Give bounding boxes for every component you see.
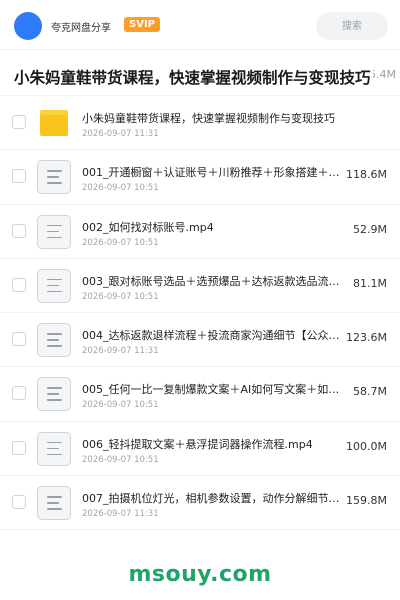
- file-row[interactable]: 002_如何找对标账号.mp4 2026-09-07 10:51 52.9M: [0, 205, 400, 259]
- item-date: 2026-09-07 10:51: [82, 237, 159, 248]
- file-row[interactable]: 001_开通橱窗＋认证账号＋川粉推荐＋形象搭建＋流程讲解.mp4 2026-09-…: [0, 150, 400, 205]
- file-list: 小朱妈童鞋带货课程，快速掌握视频制作与变现技巧 2026-09-07 11:31 0…: [0, 96, 400, 531]
- brand-name: 夸克网盘分享: [51, 23, 111, 34]
- row-checkbox[interactable]: [12, 223, 26, 238]
- item-size: 52.9M: [353, 222, 387, 236]
- title-bar: 小朱妈童鞋带货课程，快速掌握视频制作与变现技巧 885.4M: [0, 56, 400, 96]
- item-name[interactable]: 004_达标返款退样流程＋投流商家沟通细节【公众号：小朱妈】.mp4: [82, 327, 350, 343]
- file-row[interactable]: 005_任何一比一复制爆款文案＋AI如何写文案＋如何改写.mp4 2026-09-…: [0, 367, 400, 422]
- item-size: 81.1M: [353, 276, 387, 290]
- item-size: 118.6M: [346, 168, 387, 182]
- document-icon: [37, 377, 71, 412]
- row-checkbox[interactable]: [12, 115, 26, 129]
- row-checkbox[interactable]: [12, 495, 26, 510]
- item-date: 2026-09-07 10:51: [82, 400, 159, 411]
- item-size: 159.8M: [346, 494, 387, 508]
- item-date: 2026-09-07 10:51: [82, 183, 159, 194]
- document-icon: [37, 431, 71, 466]
- item-date: 2026-09-07 10:51: [82, 454, 159, 465]
- item-size: 58.7M: [353, 385, 387, 399]
- item-date: 2026-09-07 11:31: [82, 346, 159, 357]
- document-icon: [37, 323, 71, 358]
- search-input[interactable]: [316, 12, 388, 40]
- page-title: 小朱妈童鞋带货课程，快速掌握视频制作与变现技巧: [14, 66, 373, 88]
- item-size: 100.0M: [346, 439, 387, 453]
- item-name[interactable]: 005_任何一比一复制爆款文案＋AI如何写文案＋如何改写.mp4: [82, 381, 350, 397]
- item-date: 2026-09-07 10:51: [82, 291, 159, 302]
- folder-row[interactable]: 小朱妈童鞋带货课程，快速掌握视频制作与变现技巧 2026-09-07 11:31: [0, 96, 400, 151]
- avatar[interactable]: [14, 12, 42, 40]
- item-name[interactable]: 002_如何找对标账号.mp4: [82, 219, 350, 235]
- file-row[interactable]: 006_轻抖提取文案＋悬浮提词器操作流程.mp4 2026-09-07 10:51…: [0, 422, 400, 477]
- item-name[interactable]: 007_拍摄机位灯光，相机参数设置，动作分解细节等讲解.mp4: [82, 490, 350, 506]
- item-size: 123.6M: [346, 331, 387, 345]
- item-name[interactable]: 003_跟对标账号选品＋选预爆品＋达标返款选品流程讲解.mp4: [82, 273, 350, 289]
- item-date: 2026-09-07 11:31: [82, 509, 159, 520]
- item-date: 2026-09-07 11:31: [82, 129, 159, 139]
- svip-badge: SVIP: [124, 17, 160, 32]
- top-bar: 夸克网盘分享 SVIP: [0, 0, 400, 50]
- document-icon: [37, 268, 71, 303]
- document-icon: [37, 214, 71, 249]
- item-name[interactable]: 小朱妈童鞋带货课程，快速掌握视频制作与变现技巧: [82, 110, 382, 126]
- row-checkbox[interactable]: [12, 386, 26, 401]
- row-checkbox[interactable]: [12, 332, 26, 347]
- row-checkbox[interactable]: [12, 440, 26, 455]
- row-checkbox[interactable]: [12, 169, 26, 184]
- item-name[interactable]: 006_轻抖提取文案＋悬浮提词器操作流程.mp4: [82, 436, 350, 452]
- file-row[interactable]: 007_拍摄机位灯光，相机参数设置，动作分解细节等讲解.mp4 2026-09-0…: [0, 476, 400, 531]
- document-icon: [37, 486, 71, 521]
- row-checkbox[interactable]: [12, 277, 26, 292]
- file-row[interactable]: 004_达标返款退样流程＋投流商家沟通细节【公众号：小朱妈】.mp4 2026-0…: [0, 313, 400, 368]
- watermark: msouy.com: [128, 562, 272, 587]
- folder-icon: [37, 106, 71, 140]
- file-row[interactable]: 003_跟对标账号选品＋选预爆品＋达标返款选品流程讲解.mp4 2026-09-0…: [0, 259, 400, 314]
- document-icon: [37, 160, 71, 195]
- item-name[interactable]: 001_开通橱窗＋认证账号＋川粉推荐＋形象搭建＋流程讲解.mp4: [82, 164, 350, 180]
